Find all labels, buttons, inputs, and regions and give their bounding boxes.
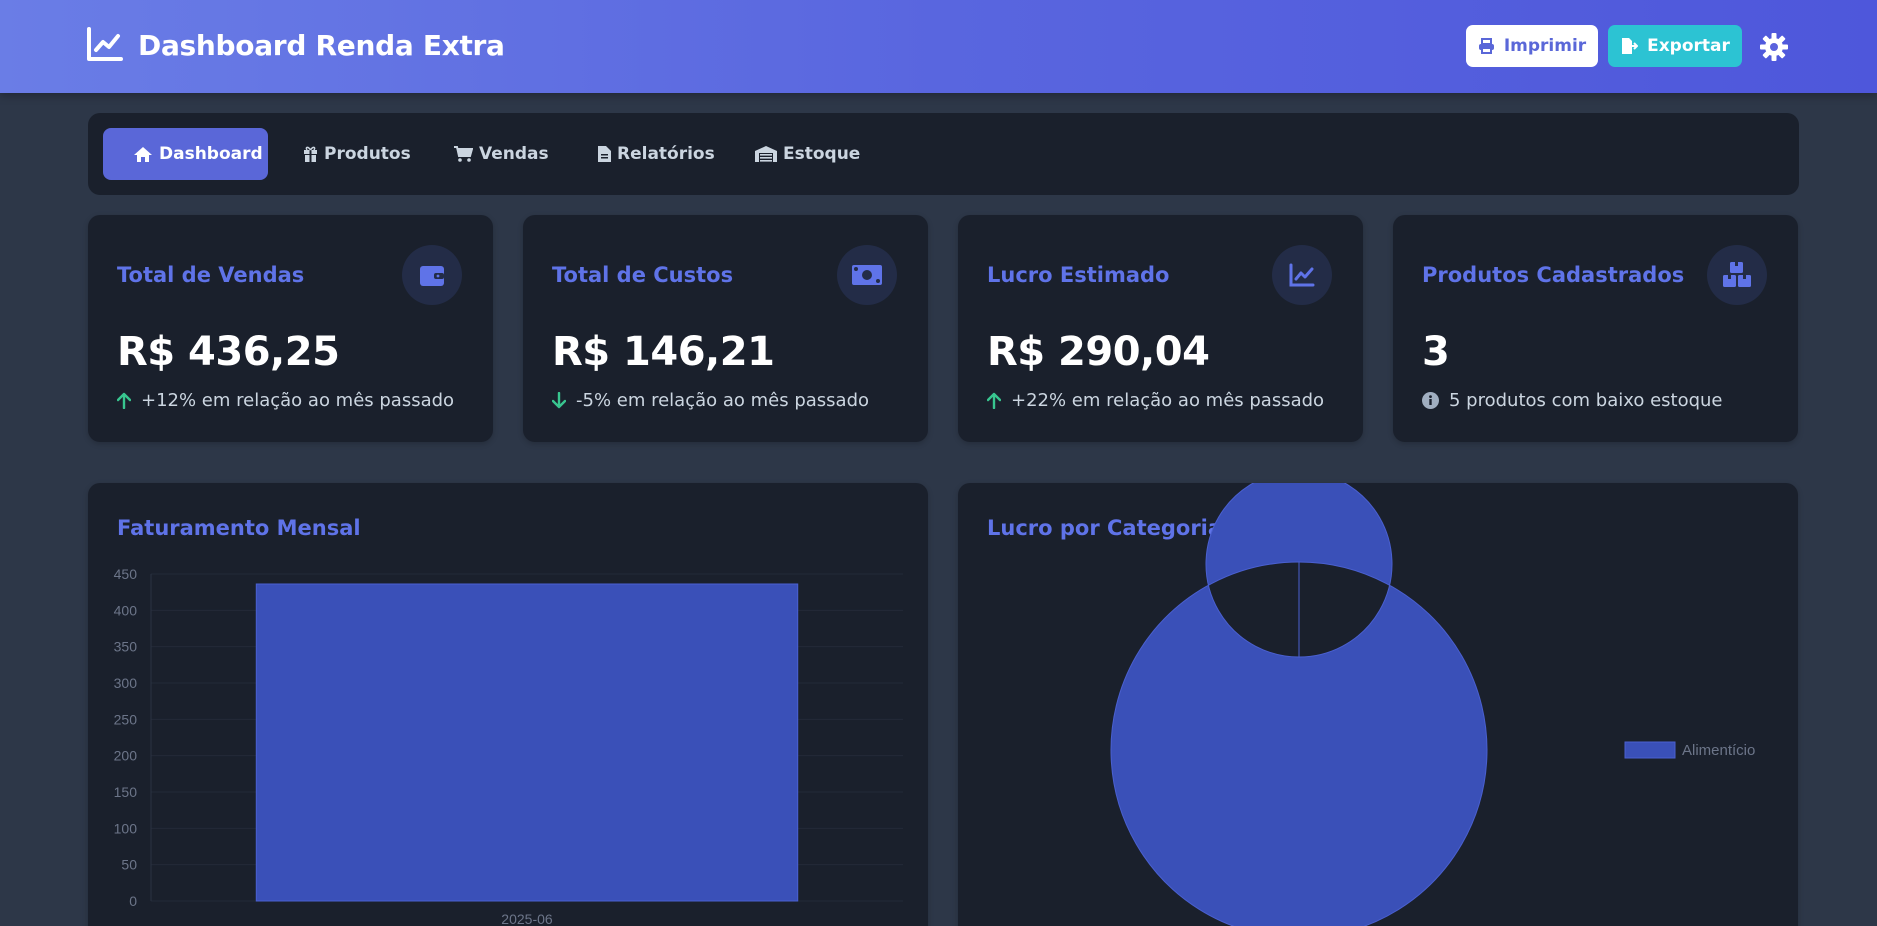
- nav-label: Dashboard: [159, 144, 263, 164]
- y-tick-label: 50: [121, 857, 137, 873]
- app-title: Dashboard Renda Extra: [138, 28, 505, 62]
- cart-icon: [454, 146, 473, 162]
- nav-tab-dashboard[interactable]: Dashboard: [103, 128, 268, 180]
- stat-card-produtos: Produtos Cadastrados 3 5 produtos com ba…: [1393, 215, 1798, 442]
- y-tick-label: 450: [114, 566, 138, 582]
- nav-label: Relatórios: [617, 144, 715, 164]
- y-tick-label: 400: [114, 602, 138, 618]
- y-tick-label: 350: [114, 639, 138, 655]
- stat-title: Produtos Cadastrados: [1422, 263, 1685, 287]
- wallet-icon: [402, 245, 462, 305]
- nav-label: Estoque: [783, 144, 861, 164]
- arrow-down-icon: [552, 392, 566, 409]
- file-export-icon: [1622, 38, 1639, 54]
- nav-tab-vendas[interactable]: Vendas: [424, 128, 554, 180]
- y-tick-label: 150: [114, 784, 138, 800]
- stat-value: R$ 436,25: [117, 329, 340, 375]
- stat-title: Total de Vendas: [117, 263, 305, 287]
- export-label: Exportar: [1647, 36, 1730, 56]
- profit-doughnut-chart: Alimentício: [1110, 483, 1755, 926]
- stat-value: 3: [1422, 329, 1450, 375]
- brand: Dashboard Renda Extra: [86, 26, 505, 64]
- nav-tab-relatorios[interactable]: Relatórios: [568, 128, 718, 180]
- y-tick-label: 250: [114, 711, 138, 727]
- stat-value: R$ 146,21: [552, 329, 775, 375]
- chart-line-icon: [87, 27, 123, 61]
- arrow-up-icon: [987, 392, 1001, 409]
- stat-note-text: +12% em relação ao mês passado: [141, 390, 455, 411]
- revenue-panel: Faturamento Mensal 0 50 100 150 200 250 300 350…: [88, 483, 928, 926]
- home-icon: [134, 146, 152, 162]
- export-button[interactable]: Exportar: [1608, 25, 1742, 67]
- stat-note-text: -5% em relação ao mês passado: [576, 390, 870, 411]
- info-circle-icon: [1422, 392, 1439, 409]
- nav-label: Produtos: [324, 144, 411, 164]
- revenue-bar-chart: 0 50 100 150 200 250 300 350 400 450 2025-06: [114, 566, 903, 926]
- top-header: Dashboard Renda Extra Imprimir Exportar: [0, 0, 1877, 93]
- stat-card-custos: Total de Custos R$ 146,21 -5% em relação…: [523, 215, 928, 442]
- stat-card-lucro: Lucro Estimado R$ 290,04 +22% em relação…: [958, 215, 1363, 442]
- y-tick-label: 300: [114, 675, 138, 691]
- legend-label[interactable]: Alimentício: [1682, 742, 1755, 759]
- y-tick-label: 100: [114, 820, 138, 836]
- gear-icon[interactable]: [1759, 32, 1789, 62]
- chart-line-icon: [1272, 245, 1332, 305]
- y-tick-label: 0: [129, 893, 137, 909]
- stat-value: R$ 290,04: [987, 329, 1210, 375]
- money-bill-icon: [837, 245, 897, 305]
- bar-2025-06[interactable]: [255, 583, 799, 902]
- warehouse-icon: [755, 146, 777, 162]
- stat-note: +22% em relação ao mês passado: [987, 390, 1324, 411]
- legend-swatch: [1624, 741, 1676, 759]
- stat-note-text: 5 produtos com baixo estoque: [1449, 390, 1723, 411]
- stat-card-vendas: Total de Vendas R$ 436,25 +12% em relaçã…: [88, 215, 493, 442]
- stat-note: -5% em relação ao mês passado: [552, 390, 869, 411]
- main-nav: Dashboard Produtos Vendas Relatórios Est…: [88, 113, 1799, 195]
- stat-note: +12% em relação ao mês passado: [117, 390, 454, 411]
- boxes-icon: [1707, 245, 1767, 305]
- stat-title: Lucro Estimado: [987, 263, 1170, 287]
- stat-title: Total de Custos: [552, 263, 734, 287]
- y-tick-label: 200: [114, 748, 138, 764]
- slice-alimentício[interactable]: [1110, 483, 1488, 926]
- nav-tab-estoque[interactable]: Estoque: [725, 128, 870, 180]
- stat-note: 5 produtos com baixo estoque: [1422, 390, 1723, 411]
- print-button[interactable]: Imprimir: [1466, 25, 1598, 67]
- nav-label: Vendas: [479, 144, 549, 164]
- document-icon: [598, 146, 611, 162]
- gift-icon: [304, 146, 317, 162]
- stat-note-text: +22% em relação ao mês passado: [1011, 390, 1325, 411]
- x-tick-label: 2025-06: [501, 911, 553, 926]
- print-label: Imprimir: [1503, 36, 1587, 56]
- arrow-up-icon: [117, 392, 131, 409]
- printer-icon: [1478, 38, 1494, 54]
- profit-panel: Lucro por Categoria Alimentício: [958, 483, 1798, 926]
- nav-tab-produtos[interactable]: Produtos: [273, 128, 418, 180]
